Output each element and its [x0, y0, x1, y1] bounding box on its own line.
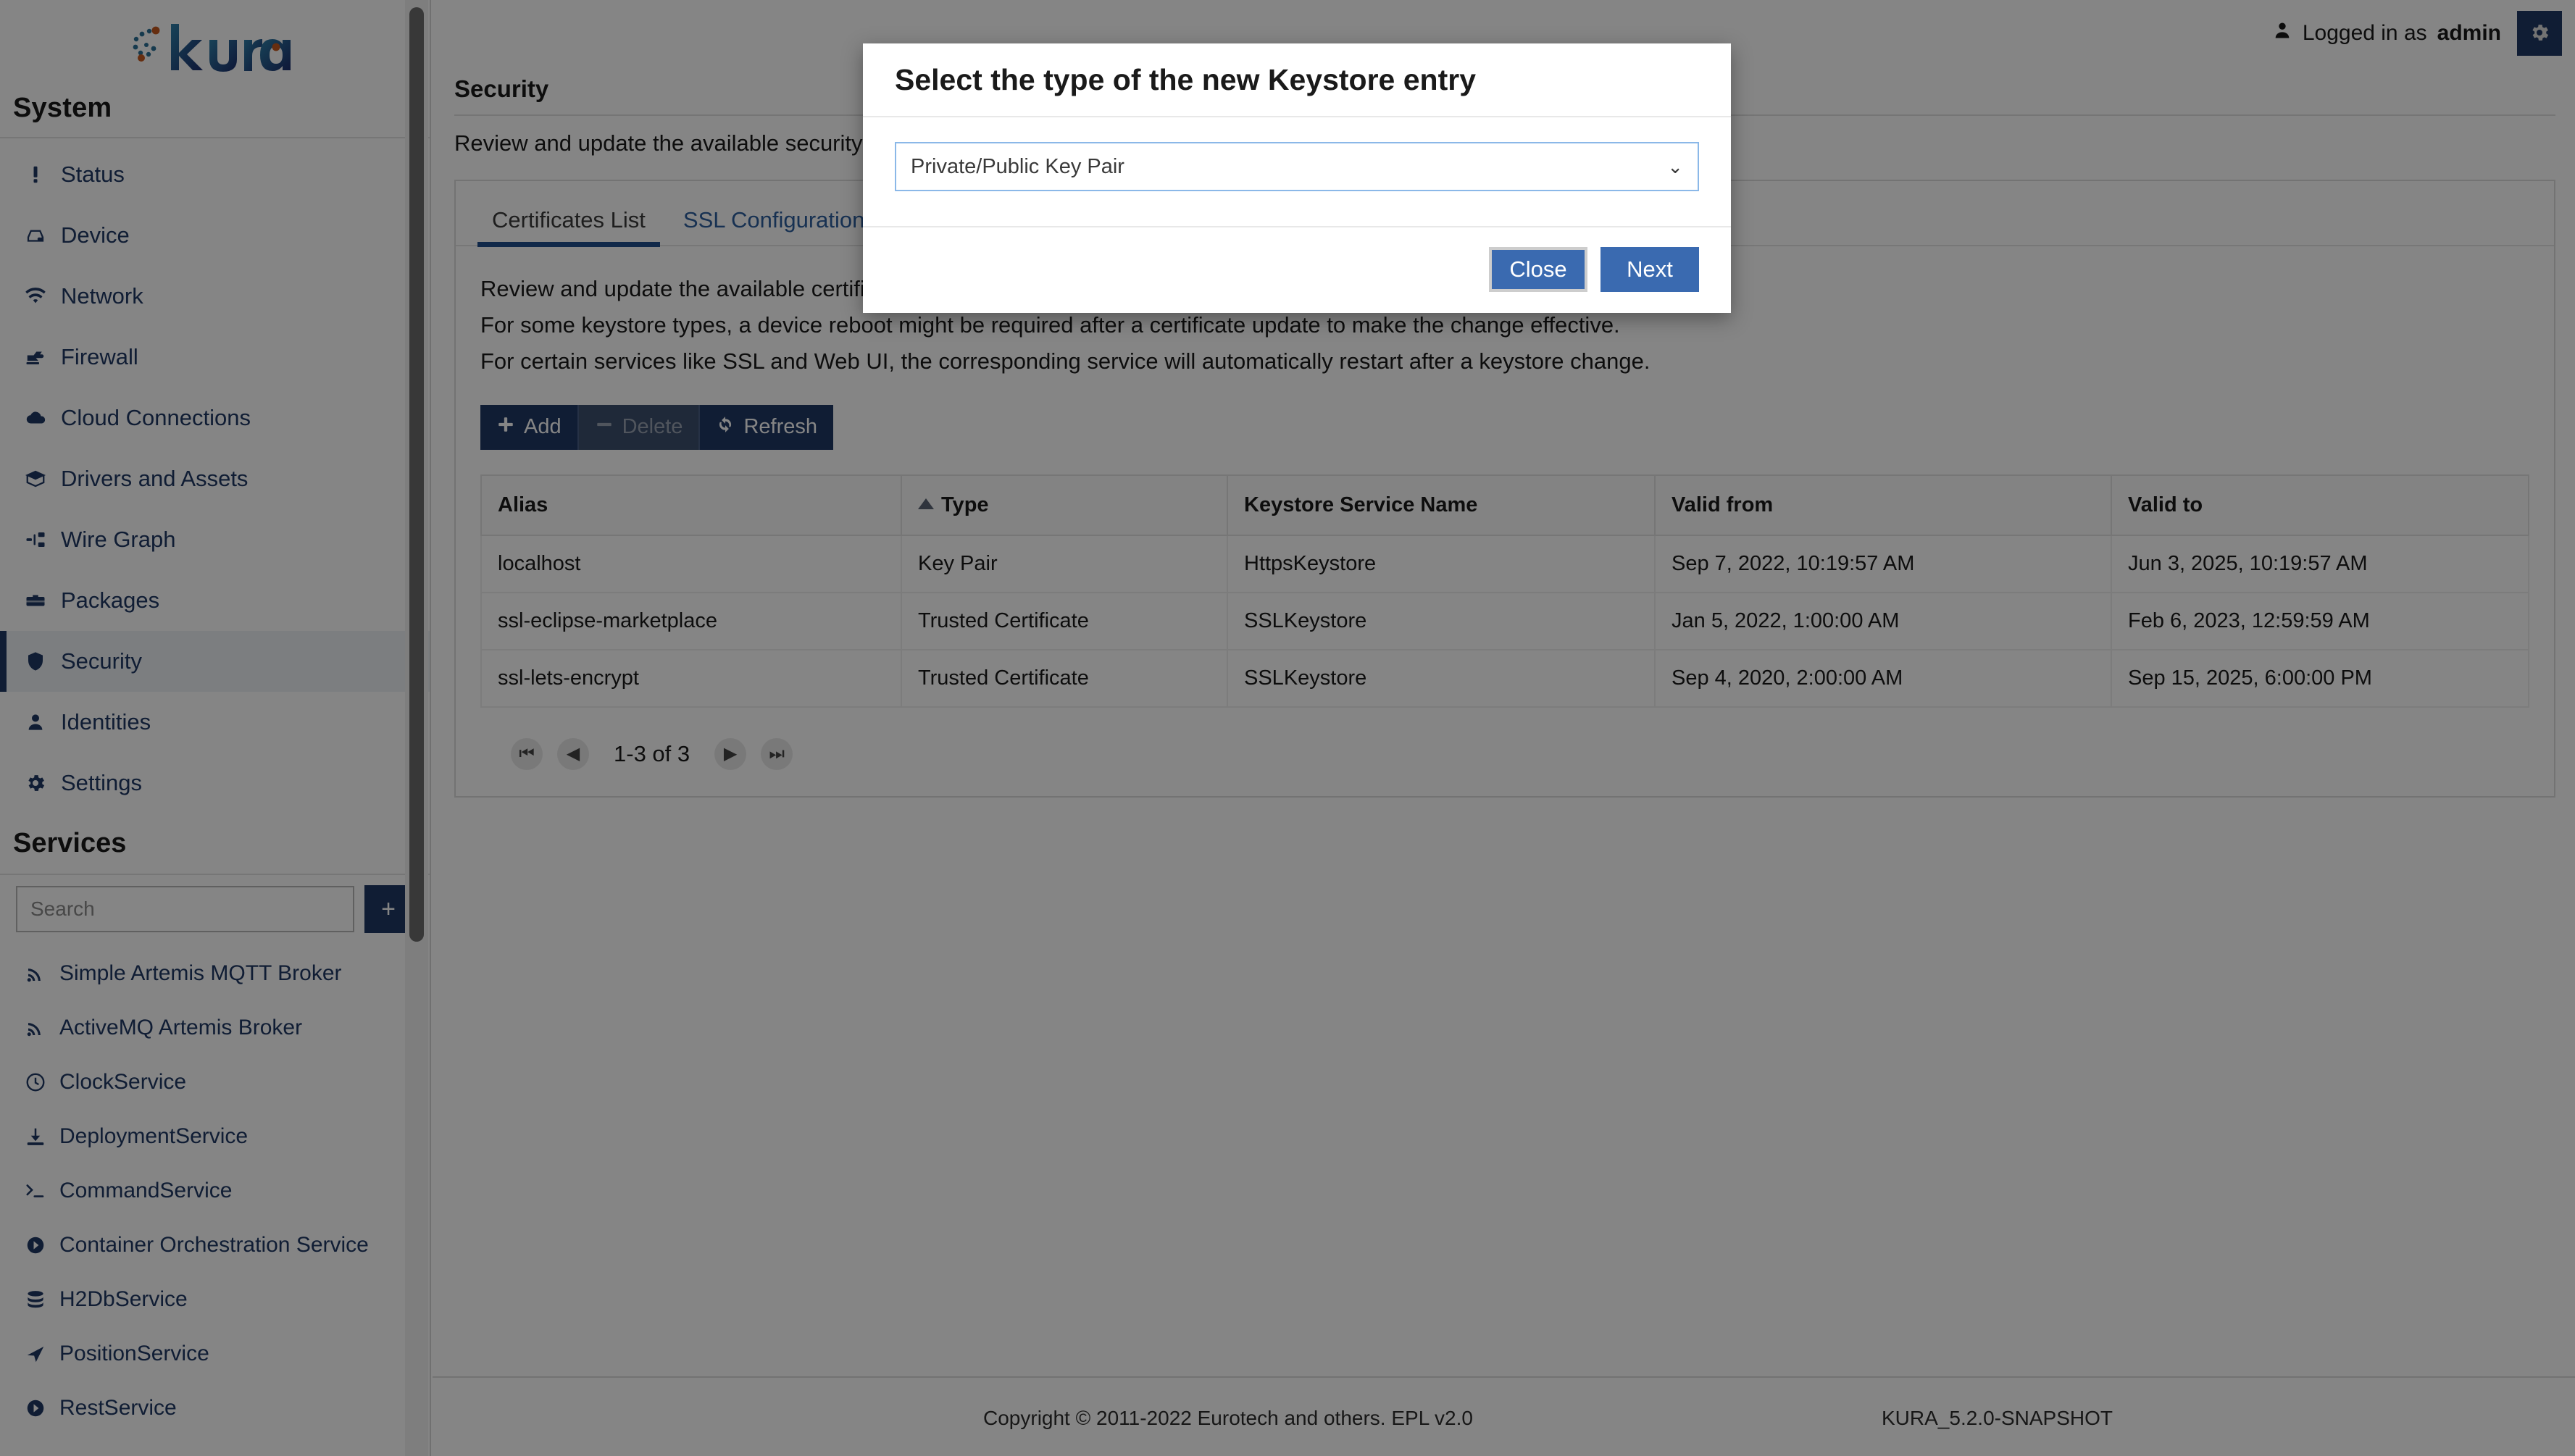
app-root: System Status Device Network Firewall Cloud … [0, 0, 2575, 1456]
modal-footer: Close Next [863, 227, 1731, 311]
keystore-type-value: Private/Public Key Pair [911, 154, 1124, 178]
close-button[interactable]: Close [1489, 247, 1587, 292]
modal-body: Private/Public Key Pair ⌄ [863, 117, 1731, 227]
modal-header: Select the type of the new Keystore entr… [863, 43, 1731, 117]
modal-title: Select the type of the new Keystore entr… [895, 62, 1477, 96]
keystore-entry-type-dialog: Select the type of the new Keystore entr… [863, 43, 1731, 313]
next-button[interactable]: Next [1600, 247, 1699, 292]
chevron-down-icon: ⌄ [1667, 155, 1683, 177]
keystore-type-select[interactable]: Private/Public Key Pair ⌄ [895, 142, 1699, 191]
